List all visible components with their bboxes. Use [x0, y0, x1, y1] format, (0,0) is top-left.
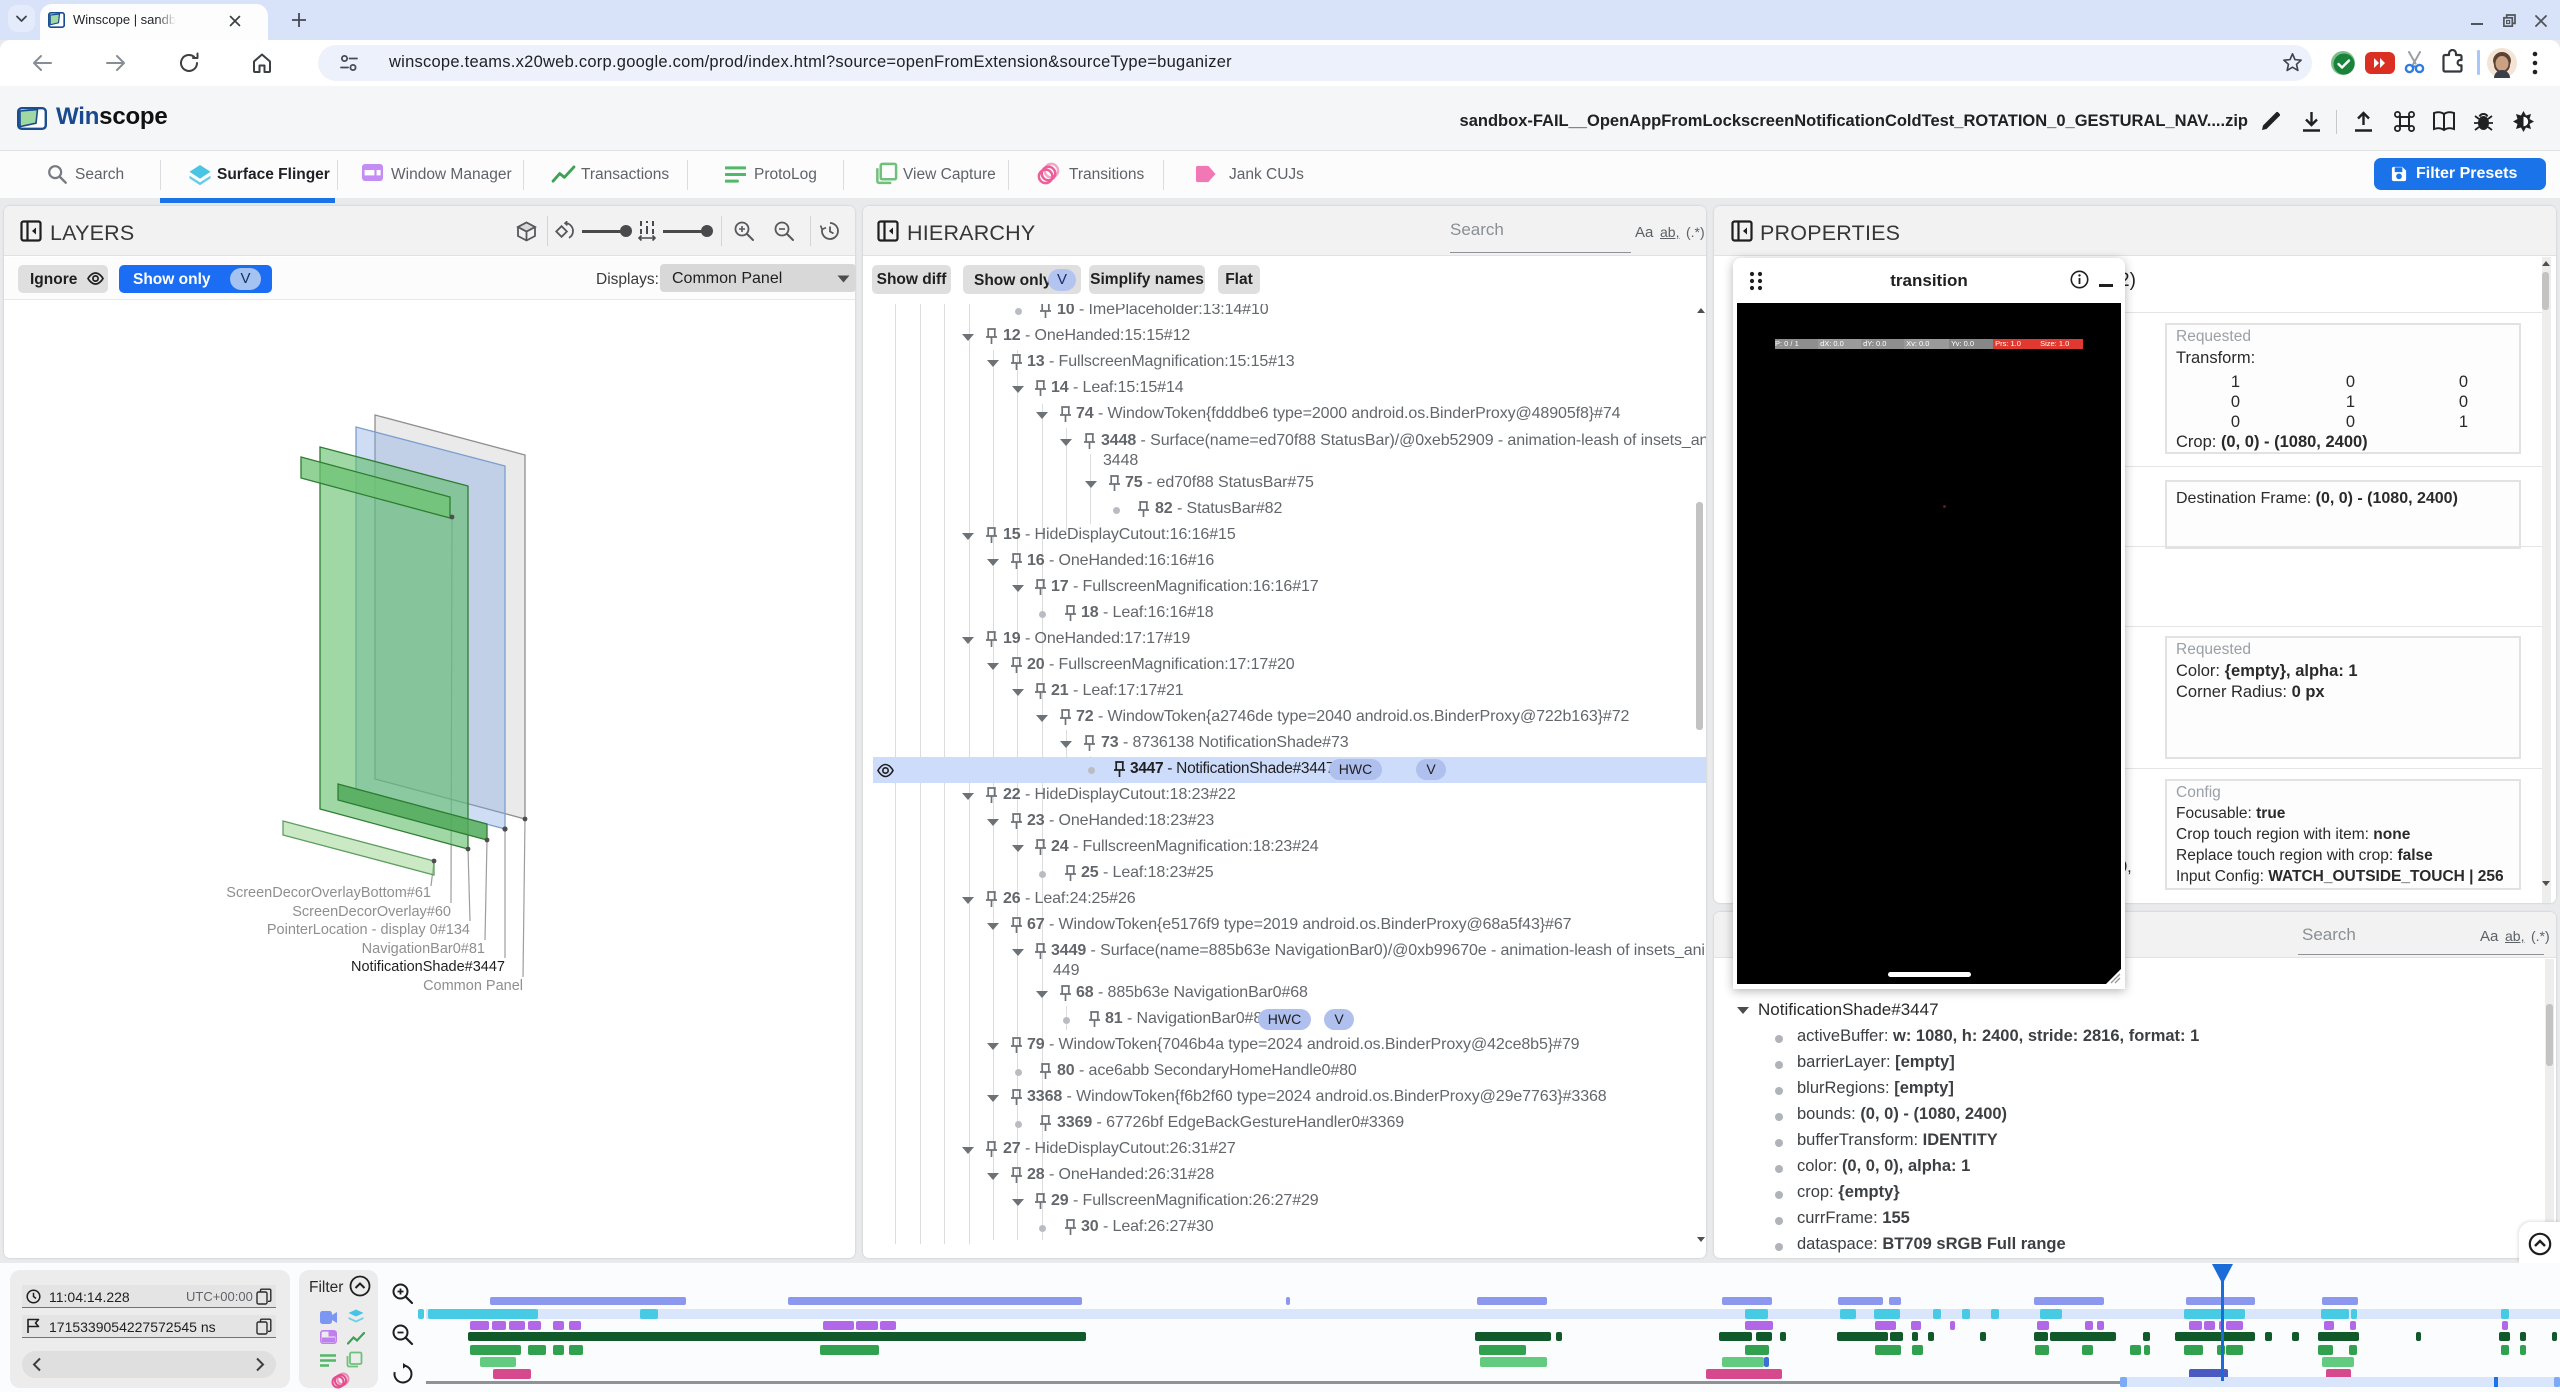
svg-text:Common Panel: Common Panel [423, 978, 523, 994]
svg-text:NotificationShade#3447: NotificationShade#3447 [351, 959, 505, 975]
svg-text:ScreenDecorOverlay#60: ScreenDecorOverlay#60 [292, 904, 451, 920]
svg-text:ScreenDecorOverlayBottom#61: ScreenDecorOverlayBottom#61 [226, 885, 431, 901]
svg-text:PointerLocation - display 0#13: PointerLocation - display 0#134 [267, 922, 470, 938]
svg-text:NavigationBar0#81: NavigationBar0#81 [362, 941, 485, 957]
